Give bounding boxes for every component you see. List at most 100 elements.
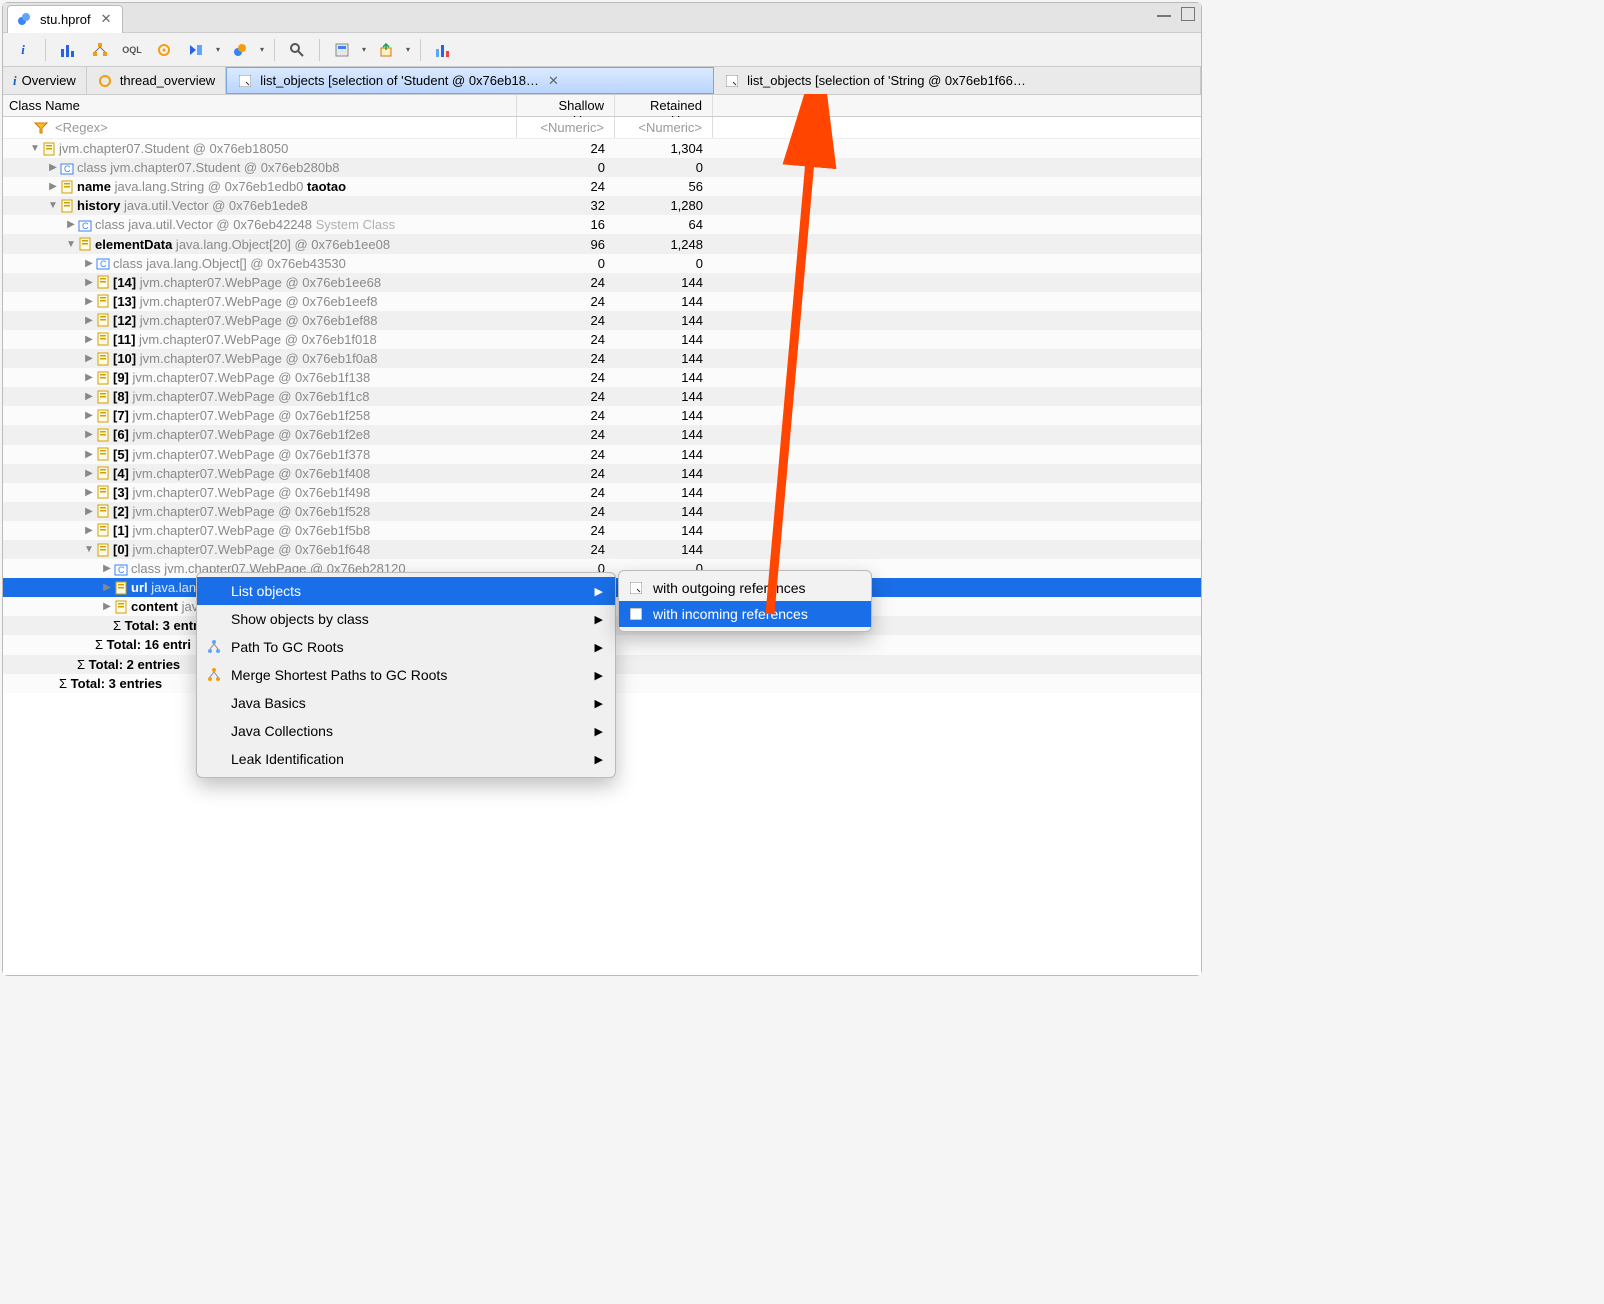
twistie-icon[interactable]: ▼: [83, 544, 95, 555]
dropdown-icon[interactable]: [404, 45, 412, 54]
row-label: name java.lang.String @ 0x76eb1edb0 taot…: [77, 179, 346, 194]
twistie-icon[interactable]: ▼: [65, 239, 77, 250]
menu-merge-shortest-paths[interactable]: Merge Shortest Paths to GC Roots ▶: [197, 661, 615, 689]
table-row[interactable]: ▼[0] jvm.chapter07.WebPage @ 0x76eb1f648…: [3, 540, 1201, 559]
numeric-filter-retained[interactable]: <Numeric>: [615, 117, 713, 138]
twistie-icon[interactable]: ▶: [101, 582, 113, 593]
twistie-icon[interactable]: ▶: [83, 258, 95, 269]
tab-list-objects-active[interactable]: list_objects [selection of 'Student @ 0x…: [226, 67, 714, 94]
twistie-icon[interactable]: ▶: [83, 487, 95, 498]
menu-list-objects[interactable]: List objects ▶: [197, 577, 615, 605]
table-row[interactable]: ▶[3] jvm.chapter07.WebPage @ 0x76eb1f498…: [3, 483, 1201, 502]
table-row[interactable]: ▶[9] jvm.chapter07.WebPage @ 0x76eb1f138…: [3, 368, 1201, 387]
twistie-icon[interactable]: ▶: [83, 506, 95, 517]
twistie-icon[interactable]: ▶: [83, 277, 95, 288]
twistie-icon[interactable]: ▶: [83, 449, 95, 460]
calculator-button[interactable]: [328, 37, 356, 63]
toolbar: i OQL: [3, 33, 1201, 67]
table-row[interactable]: ▼elementData java.lang.Object[20] @ 0x76…: [3, 234, 1201, 253]
numeric-filter-shallow[interactable]: <Numeric>: [517, 117, 615, 138]
editor-tab-stuhprof[interactable]: stu.hprof ✕: [7, 5, 123, 33]
table-row[interactable]: ▶[10] jvm.chapter07.WebPage @ 0x76eb1f0a…: [3, 349, 1201, 368]
twistie-icon[interactable]: ▶: [83, 391, 95, 402]
column-shallow-heap[interactable]: Shallow Heap: [517, 95, 615, 116]
table-row[interactable]: ▼jvm.chapter07.Student @ 0x76eb18050241,…: [3, 139, 1201, 158]
query-browser-button[interactable]: [226, 37, 254, 63]
menu-leak-identification[interactable]: Leak Identification ▶: [197, 745, 615, 773]
twistie-icon[interactable]: ▶: [83, 353, 95, 364]
twistie-icon[interactable]: ▶: [83, 525, 95, 536]
menu-path-to-gc-roots[interactable]: Path To GC Roots ▶: [197, 633, 615, 661]
editor-window: stu.hprof ✕ i OQL i Overview thr: [2, 2, 1202, 976]
thread-overview-button[interactable]: [150, 37, 178, 63]
dropdown-icon[interactable]: [360, 45, 368, 54]
retained-heap-value: 1,280: [615, 198, 713, 213]
menu-java-basics[interactable]: Java Basics ▶: [197, 689, 615, 717]
retained-heap-value: 1,304: [615, 141, 713, 156]
shallow-heap-value: 24: [517, 427, 615, 442]
twistie-icon[interactable]: ▶: [83, 372, 95, 383]
regex-input[interactable]: <Regex>: [55, 120, 108, 135]
tab-overview[interactable]: i Overview: [3, 67, 87, 94]
info-button[interactable]: i: [9, 37, 37, 63]
table-row[interactable]: ▶[13] jvm.chapter07.WebPage @ 0x76eb1eef…: [3, 292, 1201, 311]
svg-text:C: C: [82, 221, 89, 231]
table-row[interactable]: ▶ name java.lang.String @ 0x76eb1edb0 tao…: [3, 177, 1201, 196]
column-retained-heap[interactable]: Retained Heap: [615, 95, 713, 116]
dropdown-icon[interactable]: [214, 45, 222, 54]
twistie-icon[interactable]: ▶: [83, 296, 95, 307]
oql-button[interactable]: OQL: [118, 37, 146, 63]
shallow-heap-value: 24: [517, 389, 615, 404]
histogram-button[interactable]: [54, 37, 82, 63]
twistie-icon[interactable]: ▼: [47, 200, 59, 211]
table-row[interactable]: ▶[14] jvm.chapter07.WebPage @ 0x76eb1ee6…: [3, 273, 1201, 292]
table-row[interactable]: ▶C class java.util.Vector @ 0x76eb42248 …: [3, 215, 1201, 234]
menu-java-collections[interactable]: Java Collections ▶: [197, 717, 615, 745]
twistie-icon[interactable]: ▶: [83, 334, 95, 345]
table-row[interactable]: ▶[7] jvm.chapter07.WebPage @ 0x76eb1f258…: [3, 406, 1201, 425]
search-button[interactable]: [283, 37, 311, 63]
twistie-icon[interactable]: ▶: [83, 429, 95, 440]
twistie-icon[interactable]: ▶: [101, 563, 113, 574]
class-icon: C: [113, 562, 129, 576]
twistie-icon[interactable]: ▶: [101, 601, 113, 612]
twistie-icon[interactable]: ▼: [29, 143, 41, 154]
dropdown-icon[interactable]: [258, 45, 266, 54]
tab-list-objects-string[interactable]: list_objects [selection of 'String @ 0x7…: [714, 67, 1201, 94]
table-row[interactable]: ▼history java.util.Vector @ 0x76eb1ede83…: [3, 196, 1201, 215]
object-tree[interactable]: ▼jvm.chapter07.Student @ 0x76eb18050241,…: [3, 139, 1201, 975]
object-icon: [95, 294, 111, 308]
menu-show-objects-by-class[interactable]: Show objects by class ▶: [197, 605, 615, 633]
table-row[interactable]: ▶[12] jvm.chapter07.WebPage @ 0x76eb1ef8…: [3, 311, 1201, 330]
twistie-icon[interactable]: ▶: [83, 315, 95, 326]
column-class-name[interactable]: Class Name: [3, 95, 517, 116]
maximize-button[interactable]: [1181, 7, 1195, 21]
close-icon[interactable]: ✕: [548, 73, 559, 89]
twistie-icon[interactable]: ▶: [47, 162, 59, 173]
table-row[interactable]: ▶C class java.lang.Object[] @ 0x76eb4353…: [3, 254, 1201, 273]
table-row[interactable]: ▶[6] jvm.chapter07.WebPage @ 0x76eb1f2e8…: [3, 425, 1201, 444]
menu-label: List objects: [231, 583, 301, 599]
submenu-outgoing-references[interactable]: with outgoing references: [619, 575, 871, 601]
table-row[interactable]: ▶[2] jvm.chapter07.WebPage @ 0x76eb1f528…: [3, 502, 1201, 521]
toolbar-separator: [319, 39, 320, 61]
run-report-button[interactable]: [182, 37, 210, 63]
submenu-incoming-references[interactable]: with incoming references: [619, 601, 871, 627]
twistie-icon[interactable]: ▶: [65, 219, 77, 230]
table-row[interactable]: ▶[5] jvm.chapter07.WebPage @ 0x76eb1f378…: [3, 445, 1201, 464]
export-button[interactable]: [372, 37, 400, 63]
close-icon[interactable]: ✕: [101, 11, 112, 27]
shallow-heap-value: 24: [517, 504, 615, 519]
table-row[interactable]: ▶[1] jvm.chapter07.WebPage @ 0x76eb1f5b8…: [3, 521, 1201, 540]
minimize-button[interactable]: [1157, 7, 1171, 17]
tab-thread-overview[interactable]: thread_overview: [87, 67, 226, 94]
twistie-icon[interactable]: ▶: [47, 181, 59, 192]
twistie-icon[interactable]: ▶: [83, 410, 95, 421]
table-row[interactable]: ▶[4] jvm.chapter07.WebPage @ 0x76eb1f408…: [3, 464, 1201, 483]
table-row[interactable]: ▶[11] jvm.chapter07.WebPage @ 0x76eb1f01…: [3, 330, 1201, 349]
compare-button[interactable]: [429, 37, 457, 63]
table-row[interactable]: ▶[8] jvm.chapter07.WebPage @ 0x76eb1f1c8…: [3, 387, 1201, 406]
dominator-tree-button[interactable]: [86, 37, 114, 63]
table-row[interactable]: ▶C class jvm.chapter07.Student @ 0x76eb2…: [3, 158, 1201, 177]
twistie-icon[interactable]: ▶: [83, 468, 95, 479]
